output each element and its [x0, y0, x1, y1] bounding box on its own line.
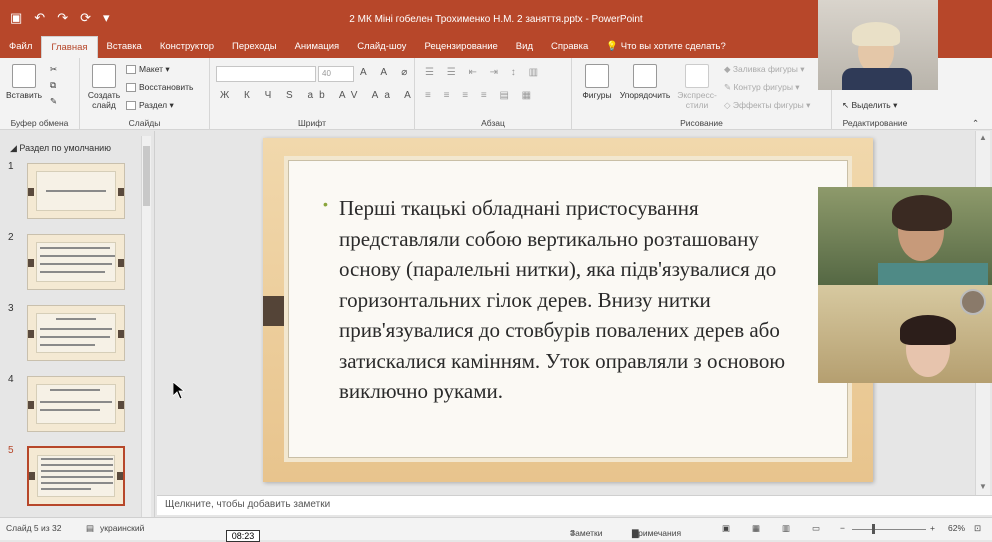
- tab-animations[interactable]: Анимация: [286, 36, 349, 58]
- new-slide-icon: [92, 64, 116, 88]
- zoom-out-icon[interactable]: −: [840, 523, 845, 533]
- paste-button[interactable]: Вставить: [4, 64, 44, 100]
- chevron-down-icon: ◢: [10, 143, 20, 153]
- tab-help[interactable]: Справка: [542, 36, 597, 58]
- reset-button[interactable]: Восстановить: [126, 82, 193, 93]
- reading-view-icon[interactable]: ▥: [782, 523, 790, 534]
- video-participant-3: [818, 285, 992, 383]
- slide-thumbnail-5[interactable]: [27, 446, 125, 506]
- video-participant-2: [818, 187, 992, 285]
- current-slide[interactable]: • Перші ткацькі обладнані пристосування …: [263, 138, 873, 482]
- slide-thumbnail-2[interactable]: [27, 234, 125, 290]
- tab-transitions[interactable]: Переходы: [223, 36, 286, 58]
- arrange-button[interactable]: Упорядочить: [618, 64, 672, 100]
- zoom-slider-handle[interactable]: [872, 524, 875, 534]
- normal-view-icon[interactable]: ▣: [722, 523, 730, 534]
- shapes-icon: [585, 64, 609, 88]
- tab-view[interactable]: Вид: [507, 36, 542, 58]
- cut-icon[interactable]: ✂: [50, 64, 57, 75]
- slides-label: Слайды: [128, 118, 161, 128]
- thumb-number: 1: [8, 161, 14, 172]
- slideshow-view-icon[interactable]: ▭: [812, 523, 820, 534]
- font-name-box[interactable]: [216, 66, 316, 82]
- quick-styles-button[interactable]: Экспресс-стили: [674, 64, 720, 110]
- font-size-box[interactable]: 40: [318, 66, 354, 82]
- tab-insert[interactable]: Вставка: [98, 36, 151, 58]
- zoom-slider[interactable]: [852, 529, 926, 530]
- collapse-ribbon-icon[interactable]: ⌃: [972, 118, 979, 129]
- thumb-number: 4: [8, 374, 14, 385]
- copy-icon[interactable]: ⧉: [50, 80, 56, 91]
- slide-thumbnail-4[interactable]: [27, 376, 125, 432]
- section-icon: [126, 101, 136, 111]
- new-slide-button[interactable]: Создать слайд: [86, 64, 122, 110]
- arrange-icon: [633, 64, 657, 88]
- status-bar: Слайд 5 из 32 ▤ украинский ≡ Заметки ▇ П…: [0, 517, 992, 540]
- tab-review[interactable]: Рецензирование: [415, 36, 506, 58]
- tab-design[interactable]: Конструктор: [151, 36, 223, 58]
- shape-fill-button[interactable]: ◆ Заливка фигуры ▾: [724, 64, 804, 75]
- clipboard-group: Вставить ✂ ⧉ ✎ Буфер обмена: [0, 58, 80, 130]
- list-icons[interactable]: ☰ ☰ ⇤ ⇥ ↕ ▥: [425, 67, 543, 78]
- tab-slideshow[interactable]: Слайд-шоу: [348, 36, 415, 58]
- layout-button[interactable]: Макет ▾: [126, 64, 170, 75]
- paint-bucket-icon: ◆: [724, 64, 733, 74]
- align-icons[interactable]: ≡ ≡ ≡ ≡ ▤ ▦: [425, 90, 536, 101]
- spellcheck-icon[interactable]: ▤: [86, 523, 94, 534]
- tell-me-search[interactable]: 💡 Что вы хотите сделать?: [597, 36, 735, 58]
- paste-icon: [12, 64, 36, 88]
- layout-icon: [126, 65, 136, 75]
- slide-thumbnail-pane: ◢ Раздел по умолчанию 1 2 3 4 5: [0, 131, 155, 517]
- zoom-in-icon[interactable]: +: [930, 523, 935, 533]
- slide-sorter-icon[interactable]: ▦: [752, 523, 760, 534]
- bullet-icon: •: [323, 196, 328, 212]
- clipboard-label: Буфер обмена: [10, 118, 69, 128]
- quick-styles-icon: [685, 64, 709, 88]
- thumbnail-scrollbar[interactable]: [141, 136, 151, 518]
- slide-thumbnail-1[interactable]: [27, 163, 125, 219]
- notes-pane[interactable]: Щелкните, чтобы добавить заметки: [157, 495, 992, 515]
- language-indicator[interactable]: украинский: [100, 523, 144, 533]
- format-painter-icon[interactable]: ✎: [50, 96, 57, 107]
- font-format-icons[interactable]: Ж К Ч S ab AV Aa A: [220, 90, 417, 101]
- editing-label: Редактирование: [842, 118, 908, 128]
- fit-slide-icon[interactable]: ⊡: [974, 523, 981, 534]
- shape-effects-button[interactable]: ◇ Эффекты фигуры ▾: [724, 100, 810, 111]
- tab-home[interactable]: Главная: [41, 36, 98, 58]
- font-grow-shrink-icons[interactable]: A A ⌀: [360, 67, 413, 78]
- slide-body-text[interactable]: Перші ткацькі обладнані пристосування пр…: [339, 193, 809, 407]
- font-label: Шрифт: [298, 118, 326, 128]
- lightbulb-icon: 💡: [606, 41, 621, 52]
- reset-icon: [126, 83, 136, 93]
- scroll-up-icon[interactable]: ▲: [979, 133, 987, 142]
- thumb-number: 3: [8, 303, 14, 314]
- video-timestamp: 08:23: [226, 530, 260, 542]
- select-button[interactable]: ↖ Выделить ▾: [842, 100, 897, 111]
- font-group: 40 A A ⌀ Ж К Ч S ab AV Aa A Шрифт: [210, 58, 415, 130]
- scroll-down-icon[interactable]: ▼: [979, 482, 987, 491]
- thumb-number: 5: [8, 445, 14, 456]
- slides-group: Создать слайд Макет ▾ Восстановить Разде…: [80, 58, 210, 130]
- paragraph-label: Абзац: [481, 118, 505, 128]
- shapes-button[interactable]: Фигуры: [578, 64, 616, 100]
- drawing-group: Фигуры Упорядочить Экспресс-стили ◆ Зали…: [572, 58, 832, 130]
- slide-counter: Слайд 5 из 32: [6, 523, 62, 533]
- shape-outline-button[interactable]: ✎ Контур фигуры ▾: [724, 82, 800, 93]
- slide-thumbnail-3[interactable]: [27, 305, 125, 361]
- section-header[interactable]: ◢ Раздел по умолчанию: [10, 143, 111, 154]
- tab-file[interactable]: Файл: [0, 36, 41, 58]
- thumb-number: 2: [8, 232, 14, 243]
- drawing-label: Рисование: [680, 118, 723, 128]
- video-participant-1: [818, 0, 938, 90]
- section-button[interactable]: Раздел ▾: [126, 100, 174, 111]
- paragraph-group: ☰ ☰ ⇤ ⇥ ↕ ▥ ≡ ≡ ≡ ≡ ▤ ▦ Абзац: [415, 58, 572, 130]
- zoom-level[interactable]: 62%: [948, 523, 965, 533]
- effects-icon: ◇: [724, 100, 733, 110]
